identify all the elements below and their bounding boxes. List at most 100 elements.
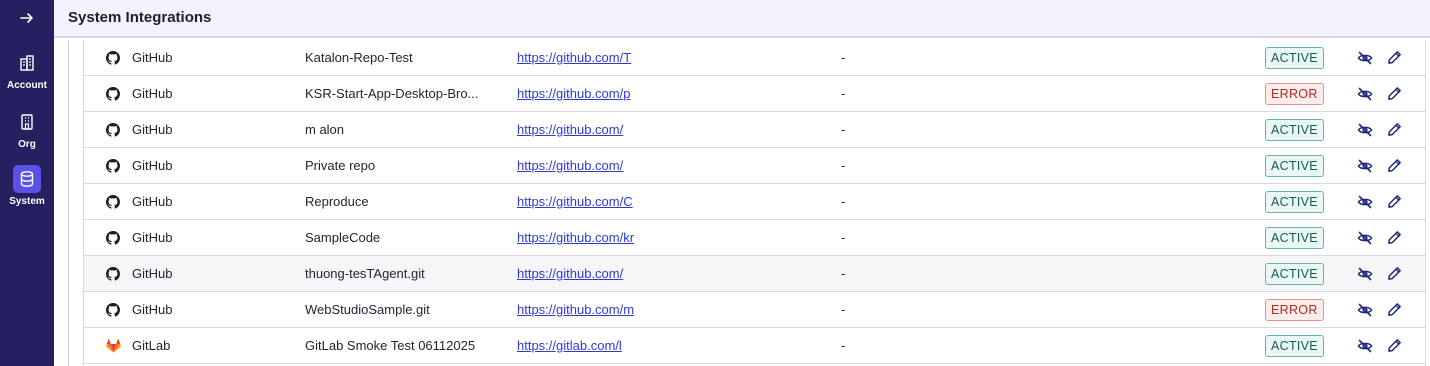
pencil-icon	[1387, 194, 1402, 209]
eye-off-icon	[1357, 195, 1373, 209]
divider	[68, 40, 69, 366]
repository-url-link[interactable]: https://gitlab.com/l	[517, 328, 622, 363]
table-row[interactable]: GitHub WebStudioSample.git https://github.…	[84, 292, 1425, 328]
hide-button[interactable]	[1356, 328, 1374, 363]
repository-url-link[interactable]: https://github.com/p	[517, 76, 630, 111]
provider-name: GitHub	[132, 86, 173, 101]
sidebar-item-label: Account	[7, 80, 47, 91]
edit-button[interactable]	[1385, 40, 1403, 75]
edit-button[interactable]	[1385, 148, 1403, 183]
github-icon	[105, 76, 121, 111]
description: -	[841, 266, 846, 281]
repository-name: WebStudioSample.git	[305, 302, 430, 317]
sidebar-item-system[interactable]: System	[0, 165, 54, 217]
pencil-icon	[1387, 122, 1402, 137]
repository-name: SampleCode	[305, 230, 381, 245]
table-row[interactable]: GitHub thuong-tesTAgent.git https://github…	[84, 256, 1425, 292]
repository-name: KSR-Start-App-Desktop-Bro...	[305, 86, 479, 101]
edit-button[interactable]	[1385, 328, 1403, 363]
table-row[interactable]: GitHub Reproduce https://github.com/C - ACTI…	[84, 184, 1425, 220]
status-cell: ACTIVE	[1265, 184, 1324, 219]
page-title: System Integrations	[68, 9, 212, 26]
hide-button[interactable]	[1356, 220, 1374, 255]
repository-name: GitLab Smoke Test 06112025	[305, 338, 476, 353]
eye-off-icon	[1357, 123, 1373, 137]
edit-button[interactable]	[1385, 184, 1403, 219]
edit-button[interactable]	[1385, 220, 1403, 255]
provider-name: GitHub	[132, 50, 173, 65]
hide-button[interactable]	[1356, 76, 1374, 111]
status-badge: ACTIVE	[1265, 154, 1324, 177]
github-icon	[105, 112, 121, 147]
status-badge: ERROR	[1265, 82, 1324, 105]
description: -	[841, 158, 846, 173]
database-icon	[20, 171, 34, 187]
status-badge: ACTIVE	[1265, 262, 1324, 285]
edit-button[interactable]	[1385, 112, 1403, 147]
github-icon	[105, 40, 121, 75]
description: -	[841, 122, 846, 137]
edit-button[interactable]	[1385, 256, 1403, 291]
table-row[interactable]: GitLab GitLab Smoke Test 06112025 https://…	[84, 328, 1425, 364]
eye-off-icon	[1357, 159, 1373, 173]
status-cell: ERROR	[1265, 76, 1324, 111]
repository-url-link[interactable]: https://github.com/C	[517, 184, 633, 219]
sidebar-item-label: Org	[18, 139, 36, 150]
repository-url-link[interactable]: https://github.com/T	[517, 40, 631, 75]
building-icon	[20, 55, 34, 71]
description: -	[841, 302, 846, 317]
integrations-panel: GitHub Katalon-Repo-Test https://github.co…	[54, 40, 1430, 366]
status-badge: ERROR	[1265, 298, 1324, 321]
repository-url-link[interactable]: https://github.com/	[517, 256, 623, 291]
description: -	[841, 230, 846, 245]
sidebar: Account Org System	[0, 0, 54, 366]
gitlab-icon	[105, 328, 121, 363]
sidebar-item-account[interactable]: Account	[0, 49, 54, 101]
eye-off-icon	[1357, 231, 1373, 245]
repository-name: m alon	[305, 122, 345, 137]
repository-url-link[interactable]: https://github.com/m	[517, 292, 634, 327]
hide-button[interactable]	[1356, 184, 1374, 219]
github-icon	[105, 220, 121, 255]
provider-name: GitHub	[132, 266, 173, 281]
repository-name: Katalon-Repo-Test	[305, 50, 413, 65]
status-badge: ACTIVE	[1265, 334, 1324, 357]
hide-button[interactable]	[1356, 112, 1374, 147]
edit-button[interactable]	[1385, 76, 1403, 111]
integrations-table: GitHub Katalon-Repo-Test https://github.co…	[83, 40, 1426, 366]
status-badge: ACTIVE	[1265, 118, 1324, 141]
hide-button[interactable]	[1356, 40, 1374, 75]
hide-button[interactable]	[1356, 292, 1374, 327]
status-cell: ACTIVE	[1265, 220, 1324, 255]
repository-url-link[interactable]: https://github.com/	[517, 148, 623, 183]
pencil-icon	[1387, 86, 1402, 101]
expand-sidebar-button[interactable]	[0, 0, 54, 36]
provider-name: GitHub	[132, 194, 173, 209]
pencil-icon	[1387, 230, 1402, 245]
table-row[interactable]: GitHub SampleCode https://github.com/kr - AC…	[84, 220, 1425, 256]
table-row[interactable]: GitHub KSR-Start-App-Desktop-Bro... https:…	[84, 76, 1425, 112]
hide-button[interactable]	[1356, 148, 1374, 183]
pencil-icon	[1387, 302, 1402, 317]
table-row[interactable]: GitHub Katalon-Repo-Test https://github.co…	[84, 40, 1425, 76]
status-cell: ACTIVE	[1265, 148, 1324, 183]
provider-name: GitHub	[132, 230, 173, 245]
sidebar-item-label: System	[9, 196, 45, 207]
table-row[interactable]: GitHub Private repo https://github.com/ - AC…	[84, 148, 1425, 184]
pencil-icon	[1387, 338, 1402, 353]
github-icon	[105, 256, 121, 291]
edit-button[interactable]	[1385, 292, 1403, 327]
hide-button[interactable]	[1356, 256, 1374, 291]
description: -	[841, 338, 846, 353]
table-row[interactable]: GitHub m alon https://github.com/ - ACTIVE	[84, 112, 1425, 148]
provider-name: GitHub	[132, 122, 173, 137]
description: -	[841, 194, 846, 209]
eye-off-icon	[1357, 87, 1373, 101]
eye-off-icon	[1357, 267, 1373, 281]
repository-url-link[interactable]: https://github.com/kr	[517, 220, 634, 255]
sidebar-item-org[interactable]: Org	[0, 108, 54, 160]
repository-url-link[interactable]: https://github.com/	[517, 112, 623, 147]
status-badge: ACTIVE	[1265, 190, 1324, 213]
eye-off-icon	[1357, 303, 1373, 317]
status-cell: ACTIVE	[1265, 328, 1324, 363]
